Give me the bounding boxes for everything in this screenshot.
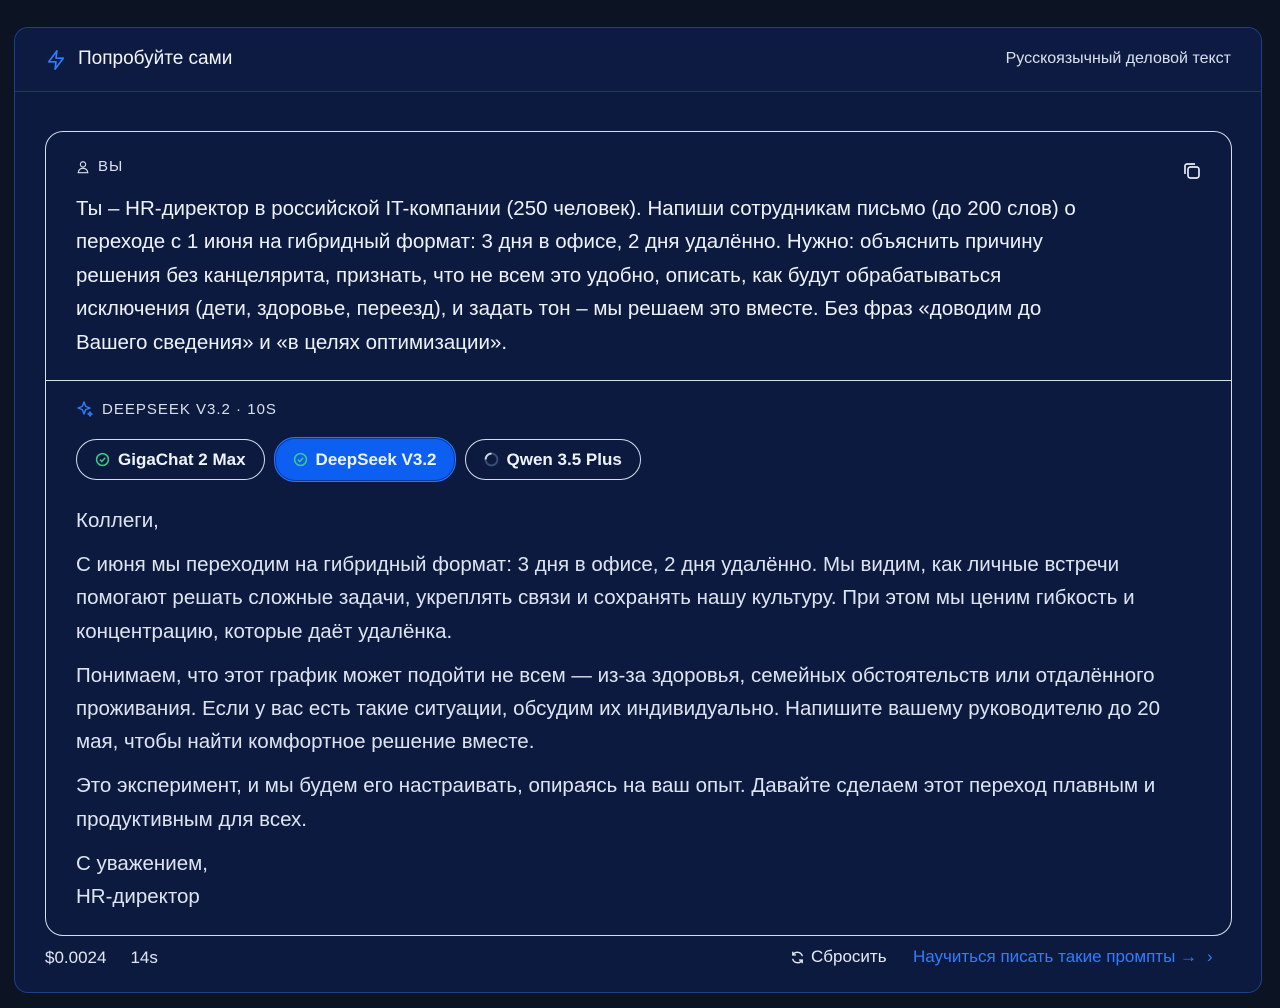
- card-title: Попробуйте сами: [78, 48, 233, 69]
- chat-panel: ВЫ Ты – HR-директор в российской IT-комп…: [45, 131, 1232, 936]
- check-circle-icon: [293, 452, 307, 467]
- reset-label: Сбросить: [811, 947, 887, 966]
- response-signoff: С уважением,: [76, 851, 208, 875]
- sparkle-icon: [77, 401, 93, 417]
- model-pill-qwen[interactable]: Qwen 3.5 Plus: [464, 439, 641, 480]
- response-paragraph: Это эксперимент, и мы будем его настраив…: [76, 774, 1156, 831]
- user-prompt-text: Ты – HR-директор в российской IT-компани…: [76, 197, 1076, 354]
- person-icon: [77, 160, 89, 173]
- card-header: Попробуйте сами Русскоязычный деловой те…: [15, 28, 1261, 92]
- response-signature: HR-директор: [76, 885, 200, 909]
- try-it-card: Попробуйте сами Русскоязычный деловой те…: [14, 27, 1262, 993]
- model-pill-label: DeepSeek V3.2: [315, 449, 437, 469]
- user-label: ВЫ: [98, 158, 124, 175]
- copy-icon[interactable]: [1181, 160, 1203, 182]
- learn-link-label: Научиться писать такие промпты →: [913, 947, 1198, 966]
- user-message: ВЫ Ты – HR-директор в российской IT-комп…: [46, 132, 1231, 381]
- model-pill-label: GigaChat 2 Max: [118, 449, 246, 469]
- response-paragraph: Понимаем, что этот график может подойти …: [76, 663, 1161, 754]
- model-selector: GigaChat 2 Max DeepSeek V3.2 Qwen 3.5 Pl…: [76, 437, 641, 482]
- model-pill-deepseek[interactable]: DeepSeek V3.2: [273, 437, 456, 482]
- response-text: Коллеги, С июня мы переходим на гибридны…: [76, 504, 1206, 913]
- lightning-icon: [47, 50, 65, 70]
- cost-value: $0.0024: [45, 948, 107, 967]
- card-subtitle: Русскоязычный деловой текст: [1005, 50, 1231, 67]
- time-value: 14s: [130, 948, 158, 967]
- usage-stats: $0.0024 14s: [45, 948, 158, 968]
- response-header: DEEPSEEK V3.2 · 10S: [76, 400, 277, 418]
- model-pill-label: Qwen 3.5 Plus: [506, 449, 622, 469]
- loading-spinner-icon: [484, 452, 498, 467]
- response-paragraph: Коллеги,: [76, 509, 159, 532]
- chevron-right-icon: ›: [1207, 947, 1213, 966]
- refresh-icon: [792, 951, 803, 963]
- reset-button[interactable]: Сбросить: [790, 947, 887, 967]
- learn-prompts-link[interactable]: Научиться писать такие промпты → ›: [913, 947, 1213, 967]
- user-message-header: ВЫ: [76, 158, 123, 175]
- response-paragraph: С июня мы переходим на гибридный формат:…: [76, 552, 1135, 643]
- model-pill-gigachat[interactable]: GigaChat 2 Max: [76, 439, 265, 480]
- check-circle-icon: [95, 452, 110, 467]
- response-model-label: DEEPSEEK V3.2 · 10S: [102, 400, 277, 418]
